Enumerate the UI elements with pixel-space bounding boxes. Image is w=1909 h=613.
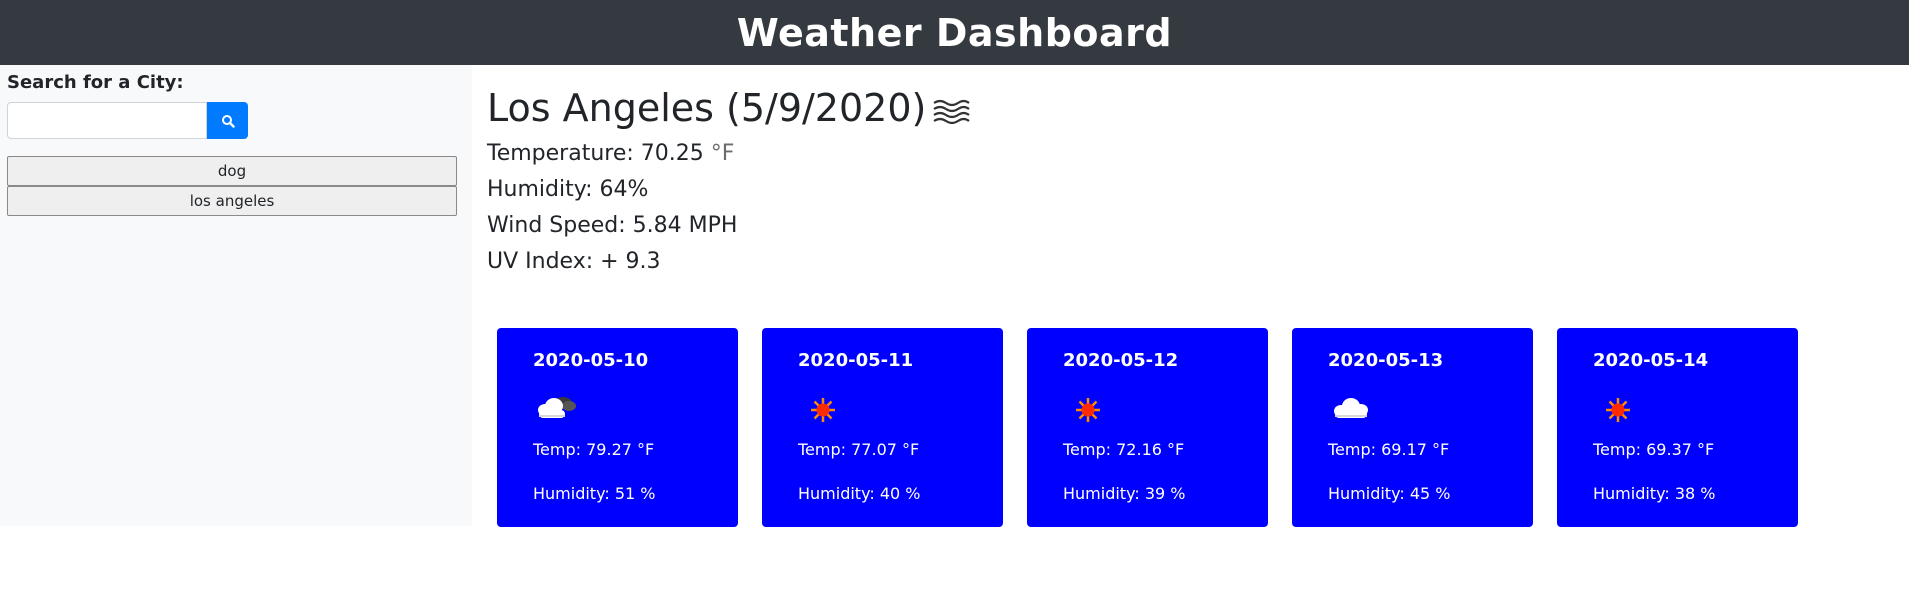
forecast-card: 2020-05-13 Temp: 69.17 °F Humidity: 45 % (1292, 328, 1533, 527)
forecast-temp: Temp: 72.16 °F (1063, 440, 1185, 459)
forecast-temp: Temp: 69.37 °F (1593, 440, 1715, 459)
forecast-date: 2020-05-10 (533, 350, 649, 371)
forecast-card: 2020-05-12 Temp: 72.16 °F Humidity: 39 % (1027, 328, 1268, 527)
forecast-humidity: Humidity: 40 % (798, 484, 921, 503)
forecast-date: 2020-05-12 (1063, 350, 1179, 371)
search-icon (221, 114, 235, 128)
sidebar: Search for a City: dog los angeles (0, 65, 472, 526)
city-date-title: Los Angeles (5/9/2020) (487, 86, 927, 130)
forecast-temp: Temp: 77.07 °F (798, 440, 920, 459)
temperature-value: Temperature: 70.25 (487, 141, 704, 166)
page-title: Weather Dashboard (736, 10, 1173, 55)
forecast-card: 2020-05-11 Temp: 77.07 °F Humidity: 40 % (762, 328, 1003, 527)
app-header: Weather Dashboard (0, 0, 1909, 65)
forecast-card: 2020-05-14 Temp: 69.37 °F Humidity: 38 % (1557, 328, 1798, 527)
forecast-humidity: Humidity: 38 % (1593, 484, 1716, 503)
forecast-humidity: Humidity: 45 % (1328, 484, 1451, 503)
search-label: Search for a City: (7, 72, 184, 93)
mist-icon (933, 99, 971, 124)
forecast-date: 2020-05-14 (1593, 350, 1709, 371)
current-city-heading: Los Angeles (5/9/2020) (487, 80, 971, 136)
temperature-stat: Temperature: 70.25 °F (487, 136, 970, 172)
cloud-icon (1334, 398, 1368, 418)
history-button-dog[interactable]: dog (7, 156, 457, 186)
search-button[interactable] (207, 102, 248, 139)
history-button-los-angeles[interactable]: los angeles (7, 186, 457, 216)
forecast-temp: Temp: 79.27 °F (533, 440, 655, 459)
sun-icon (1076, 398, 1100, 422)
humidity-stat: Humidity: 64% (487, 177, 649, 202)
forecast-date: 2020-05-11 (798, 350, 914, 371)
partly-cloudy-icon (538, 397, 576, 418)
city-search-input[interactable] (7, 102, 207, 139)
sun-icon (811, 398, 835, 422)
forecast-card: 2020-05-10 Temp: 79.27 °F Humidity: 51 % (497, 328, 738, 527)
temperature-unit: °F (710, 141, 735, 166)
forecast-humidity: Humidity: 51 % (533, 484, 656, 503)
uv-index-stat: UV Index: + 9.3 (487, 249, 661, 274)
forecast-date: 2020-05-13 (1328, 350, 1444, 371)
current-weather: Los Angeles (5/9/2020) Temperature: 70.2… (487, 80, 971, 280)
forecast-temp: Temp: 69.17 °F (1328, 440, 1450, 459)
sun-icon (1606, 398, 1630, 422)
wind-speed-stat: Wind Speed: 5.84 MPH (487, 213, 738, 238)
forecast-humidity: Humidity: 39 % (1063, 484, 1186, 503)
